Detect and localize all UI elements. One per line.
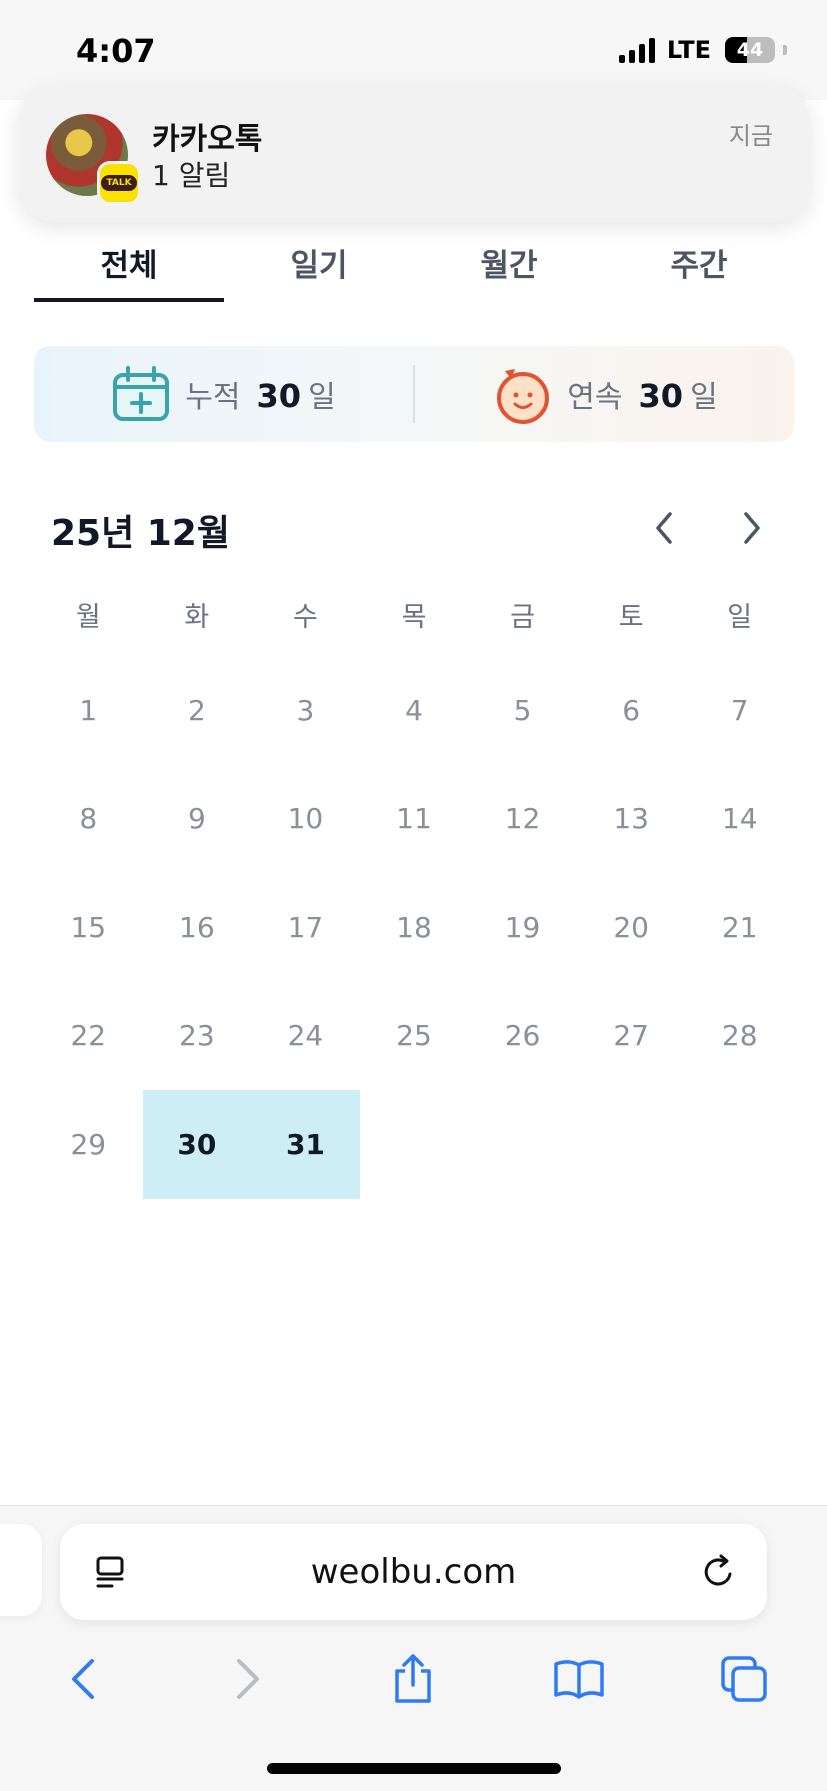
calendar-day[interactable]: 28 <box>685 982 794 1091</box>
chevron-left-icon <box>656 512 672 544</box>
next-month-button[interactable] <box>732 508 772 548</box>
browser-chrome: weolbu.com <box>0 1505 827 1791</box>
calendar-day[interactable]: 17 <box>251 873 360 982</box>
tab-all[interactable]: 전체 <box>34 230 224 302</box>
streak-label: 연속 <box>567 380 623 415</box>
streak-value: 30 <box>638 377 684 415</box>
kakaotalk-app-icon: TALK <box>100 164 138 202</box>
tabs-icon <box>721 1656 767 1702</box>
weekday-mon: 월 <box>75 602 101 633</box>
back-icon <box>71 1659 94 1699</box>
weekday-header: 월 화 수 목 금 토 일 <box>34 590 794 646</box>
calendar-day[interactable]: 24 <box>251 982 360 1091</box>
calendar-day[interactable]: 12 <box>468 765 577 874</box>
calendar-day[interactable]: 3 <box>251 656 360 765</box>
tab-weekly[interactable]: 주간 <box>604 230 794 302</box>
cumulative-label: 누적 <box>185 380 241 415</box>
calendar-day[interactable]: 4 <box>360 656 469 765</box>
previous-tab-preview[interactable] <box>0 1524 42 1616</box>
forward-icon <box>237 1659 260 1699</box>
back-button[interactable] <box>53 1649 113 1709</box>
tab-diary[interactable]: 일기 <box>224 230 414 302</box>
calendar-day[interactable]: 18 <box>360 873 469 982</box>
smiley-face-icon <box>497 369 550 424</box>
battery-icon: 44 <box>725 37 775 63</box>
bookmarks-button[interactable] <box>549 1649 609 1709</box>
status-bar: 4:07 LTE 44 <box>0 0 827 100</box>
previous-month-button[interactable] <box>644 508 684 548</box>
weekday-sun: 일 <box>727 602 753 633</box>
calendar-day[interactable]: 21 <box>685 873 794 982</box>
calendar-day[interactable]: 31 <box>251 1090 360 1199</box>
calendar-day[interactable]: 11 <box>360 765 469 874</box>
calendar-day[interactable]: 19 <box>468 873 577 982</box>
kakaotalk-notification[interactable]: TALK 카카오톡 1 알림 지금 <box>18 86 811 222</box>
weekday-tue: 화 <box>184 602 210 633</box>
weekday-fri: 금 <box>510 602 535 633</box>
bookmarks-icon <box>554 1660 604 1699</box>
calendar-day[interactable]: 16 <box>143 873 252 982</box>
calendar-day[interactable]: 15 <box>34 873 143 982</box>
cumulative-unit: 일 <box>308 380 336 415</box>
weekday-thu: 목 <box>401 602 427 633</box>
tabs-button[interactable] <box>714 1649 774 1709</box>
calendar-plus-icon <box>113 366 170 421</box>
tab-bar: 전체 일기 월간 주간 <box>34 230 794 302</box>
streak-unit: 일 <box>690 380 718 415</box>
share-button[interactable] <box>383 1649 443 1709</box>
notification-message: 1 알림 <box>152 159 231 192</box>
address-bar[interactable]: weolbu.com <box>60 1524 767 1620</box>
reload-icon[interactable] <box>699 1552 739 1592</box>
status-time: 4:07 <box>76 32 156 70</box>
battery-cap <box>783 45 787 55</box>
calendar-day[interactable]: 14 <box>685 765 794 874</box>
calendar-day[interactable]: 13 <box>577 765 686 874</box>
battery-percent: 44 <box>736 39 764 61</box>
signal-icon <box>618 37 655 63</box>
calendar-day[interactable]: 27 <box>577 982 686 1091</box>
calendar-day[interactable]: 26 <box>468 982 577 1091</box>
streak-stat: 연속 30 일 <box>415 363 794 425</box>
calendar-day[interactable]: 5 <box>468 656 577 765</box>
calendar-day[interactable]: 2 <box>143 656 252 765</box>
calendar-day[interactable]: 9 <box>143 765 252 874</box>
share-icon <box>395 1654 432 1703</box>
calendar-day[interactable]: 20 <box>577 873 686 982</box>
browser-toolbar <box>0 1644 827 1714</box>
weekday-sat: 토 <box>618 602 644 633</box>
month-title: 25년 12월 <box>51 513 230 554</box>
calendar-day[interactable]: 7 <box>685 656 794 765</box>
url-text: weolbu.com <box>310 1552 517 1592</box>
calendar-day[interactable]: 8 <box>34 765 143 874</box>
calendar-day[interactable]: 10 <box>251 765 360 874</box>
cumulative-stat: 누적 30 일 <box>34 365 413 423</box>
calendar-day[interactable]: 1 <box>34 656 143 765</box>
calendar-day-grid: 1 2 3 4 5 6 7 8 9 10 11 12 13 14 15 16 1… <box>34 656 794 1199</box>
calendar-day[interactable]: 29 <box>34 1090 143 1199</box>
home-indicator <box>267 1763 561 1774</box>
notification-app-name: 카카오톡 <box>152 122 263 157</box>
calendar-day[interactable]: 25 <box>360 982 469 1091</box>
calendar-day[interactable]: 23 <box>143 982 252 1091</box>
calendar-day[interactable]: 6 <box>577 656 686 765</box>
calendar-day[interactable]: 30 <box>142 1090 252 1199</box>
tab-monthly[interactable]: 월간 <box>414 230 604 302</box>
forward-button[interactable] <box>218 1649 278 1709</box>
stats-bar: 누적 30 일 연속 30 일 <box>34 346 794 442</box>
cumulative-value: 30 <box>256 377 302 415</box>
talk-badge-label: TALK <box>101 175 137 191</box>
status-indicators: LTE 44 <box>618 36 787 64</box>
notification-time: 지금 <box>728 122 773 150</box>
network-label: LTE <box>666 36 711 64</box>
calendar-day[interactable]: 22 <box>34 982 143 1091</box>
weekday-wed: 수 <box>293 602 318 633</box>
chevron-right-icon <box>744 512 760 544</box>
